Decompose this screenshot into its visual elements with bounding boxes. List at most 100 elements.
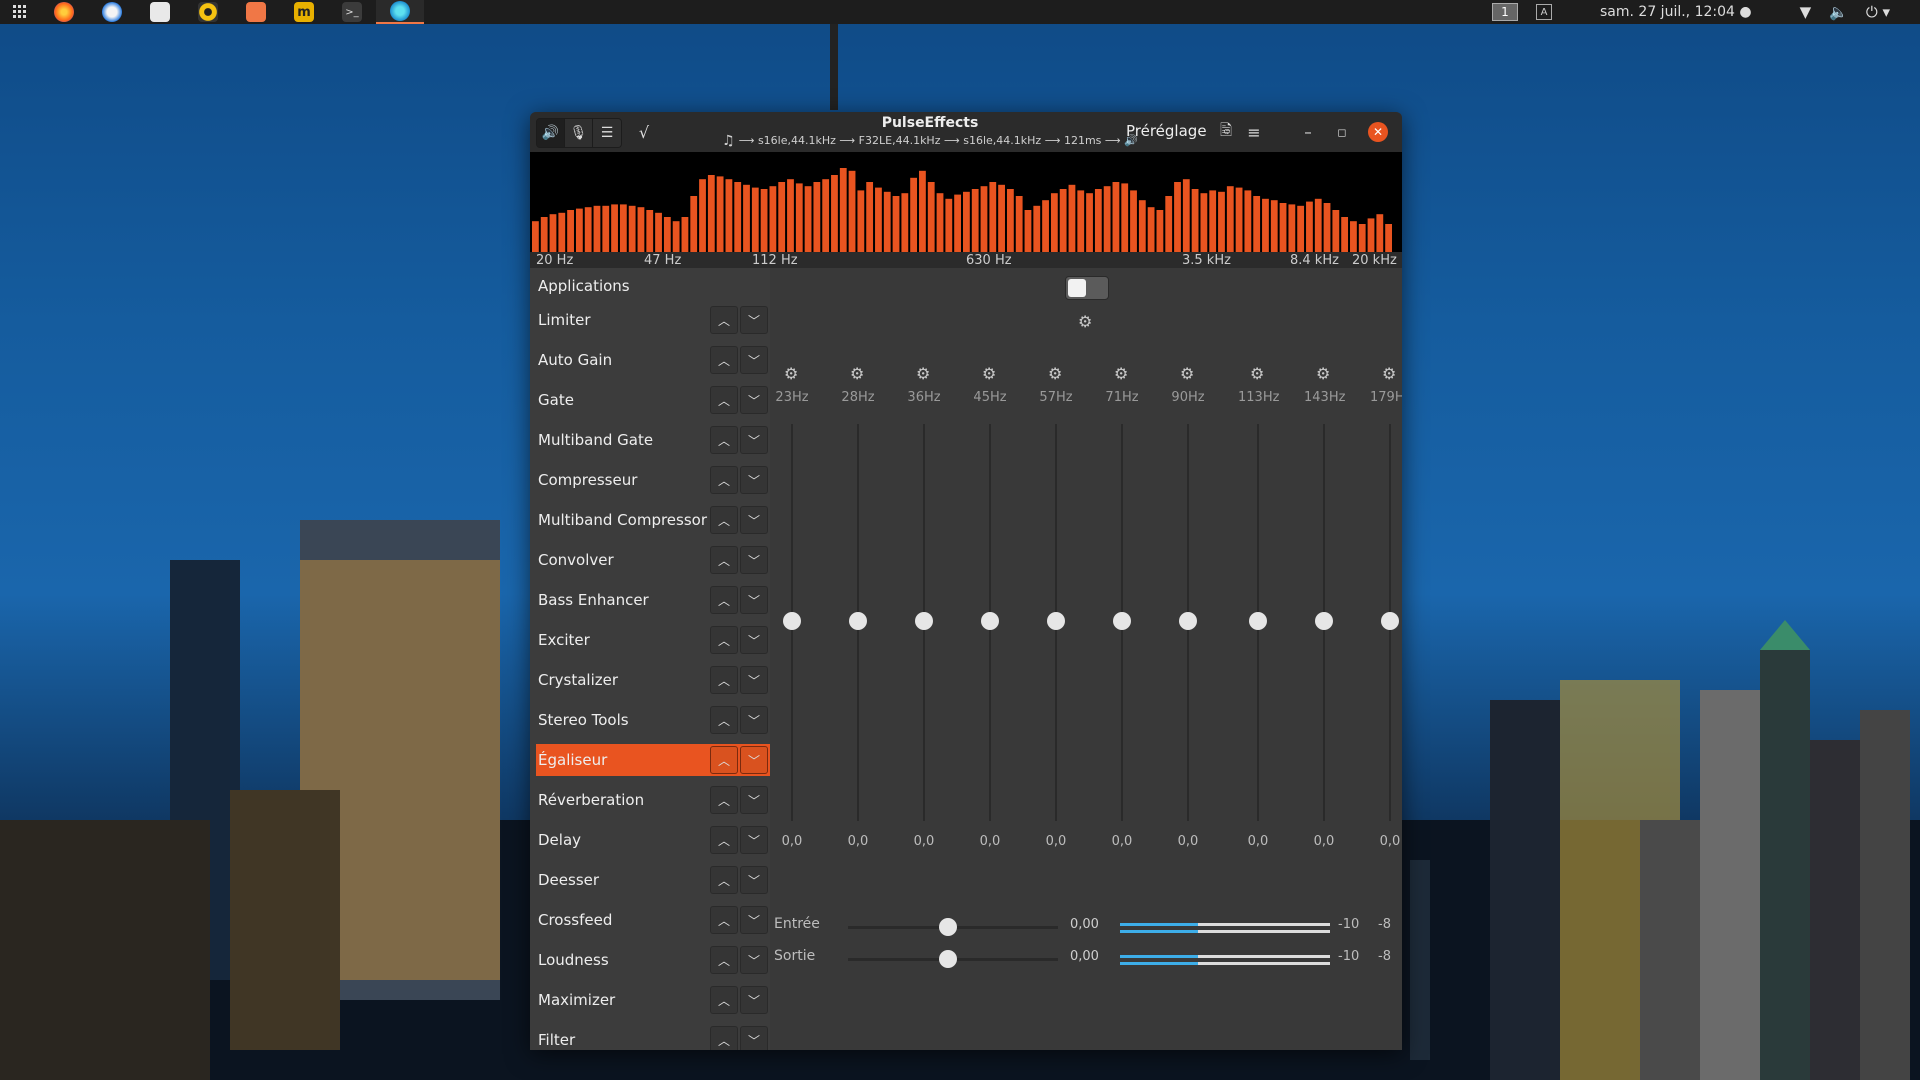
plugin-item[interactable]: Auto Gain ︿ ﹀ [536,344,770,376]
move-down-icon[interactable]: ﹀ [740,946,768,974]
band-gear-icon[interactable]: ⚙ [1316,364,1330,383]
band-gear-icon[interactable]: ⚙ [850,364,864,383]
plugin-item[interactable]: Compresseur ︿ ﹀ [536,464,770,496]
plugin-item[interactable]: Convolver ︿ ﹀ [536,544,770,576]
move-up-icon[interactable]: ︿ [710,426,738,454]
move-down-icon[interactable]: ﹀ [740,306,768,334]
move-up-icon[interactable]: ︿ [710,306,738,334]
maximize-button[interactable]: ◻ [1332,120,1352,144]
input-gain-thumb[interactable] [939,918,957,936]
rhythmbox-icon[interactable] [184,0,232,24]
move-up-icon[interactable]: ︿ [710,786,738,814]
plugin-item[interactable]: Limiter ︿ ﹀ [536,304,770,336]
move-down-icon[interactable]: ﹀ [740,506,768,534]
plugin-item[interactable]: Bass Enhancer ︿ ﹀ [536,584,770,616]
band-gain-thumb[interactable] [783,612,801,630]
calibration-icon[interactable]: √ [630,118,658,146]
plugin-item[interactable]: Filter ︿ ﹀ [536,1024,770,1050]
keyboard-layout-indicator[interactable]: A [1536,4,1552,20]
move-up-icon[interactable]: ︿ [710,906,738,934]
band-gain-thumb[interactable] [1315,612,1333,630]
move-up-icon[interactable]: ︿ [710,506,738,534]
band-gain-thumb[interactable] [915,612,933,630]
move-down-icon[interactable]: ﹀ [740,1026,768,1050]
plugin-item[interactable]: Loudness ︿ ﹀ [536,944,770,976]
wifi-icon[interactable]: ▼ [1800,3,1812,21]
files-icon[interactable] [136,0,184,24]
plugin-item[interactable]: Deesser ︿ ﹀ [536,864,770,896]
move-up-icon[interactable]: ︿ [710,586,738,614]
move-up-icon[interactable]: ︿ [710,546,738,574]
move-up-icon[interactable]: ︿ [710,1026,738,1050]
move-up-icon[interactable]: ︿ [710,666,738,694]
minimize-button[interactable]: – [1298,120,1318,144]
band-gain-thumb[interactable] [1249,612,1267,630]
move-down-icon[interactable]: ﹀ [740,386,768,414]
clock[interactable]: sam. 27 juil., 12:04 ● [1600,4,1752,20]
band-gain-thumb[interactable] [981,612,999,630]
move-down-icon[interactable]: ﹀ [740,466,768,494]
move-up-icon[interactable]: ︿ [710,346,738,374]
move-up-icon[interactable]: ︿ [710,866,738,894]
move-down-icon[interactable]: ﹀ [740,706,768,734]
plugin-item[interactable]: Multiband Gate ︿ ﹀ [536,424,770,456]
help-icon[interactable]: 🗟 [1214,120,1238,144]
move-down-icon[interactable]: ﹀ [740,906,768,934]
move-up-icon[interactable]: ︿ [710,946,738,974]
plugin-item[interactable]: Stereo Tools ︿ ﹀ [536,704,770,736]
plugin-item[interactable]: Exciter ︿ ﹀ [536,624,770,656]
gear-icon[interactable]: ⚙ [1078,312,1092,331]
move-up-icon[interactable]: ︿ [710,826,738,854]
pulseeffects-icon[interactable] [376,0,424,24]
band-gain-thumb[interactable] [1179,612,1197,630]
plugin-item[interactable]: Réverberation ︿ ﹀ [536,784,770,816]
band-gear-icon[interactable]: ⚙ [784,364,798,383]
band-gear-icon[interactable]: ⚙ [916,364,930,383]
move-up-icon[interactable]: ︿ [710,466,738,494]
settings-list-icon[interactable]: ☰ [593,119,621,147]
terminal-icon[interactable]: >_ [328,0,376,24]
plugin-item[interactable]: Gate ︿ ﹀ [536,384,770,416]
move-down-icon[interactable]: ﹀ [740,786,768,814]
move-down-icon[interactable]: ﹀ [740,546,768,574]
move-down-icon[interactable]: ﹀ [740,826,768,854]
plugin-item[interactable]: Multiband Compressor ︿ ﹀ [536,504,770,536]
move-up-icon[interactable]: ︿ [710,626,738,654]
move-down-icon[interactable]: ﹀ [740,586,768,614]
plugin-item[interactable]: Crystalizer ︿ ﹀ [536,664,770,696]
plugin-item[interactable]: Égaliseur ︿ ﹀ [536,744,770,776]
close-button[interactable]: ✕ [1368,122,1388,142]
move-down-icon[interactable]: ﹀ [740,986,768,1014]
band-gear-icon[interactable]: ⚙ [1180,364,1194,383]
output-gain-thumb[interactable] [939,950,957,968]
software-center-icon[interactable] [232,0,280,24]
equalizer-enable-toggle[interactable] [1065,276,1109,300]
mendeley-icon[interactable]: m [280,0,328,24]
move-down-icon[interactable]: ﹀ [740,346,768,374]
firefox-icon[interactable] [40,0,88,24]
band-gain-thumb[interactable] [849,612,867,630]
band-gear-icon[interactable]: ⚙ [1382,364,1396,383]
volume-icon[interactable]: 🔈 [1829,3,1848,21]
band-gain-thumb[interactable] [1381,612,1399,630]
move-up-icon[interactable]: ︿ [710,746,738,774]
app-grid-icon[interactable] [0,0,40,24]
move-up-icon[interactable]: ︿ [710,386,738,414]
move-down-icon[interactable]: ﹀ [740,666,768,694]
applications-item[interactable]: Applications [538,277,630,295]
workspace-indicator[interactable]: 1 [1492,3,1518,21]
speaker-icon[interactable]: 🔊 [537,119,565,147]
move-down-icon[interactable]: ﹀ [740,426,768,454]
band-gear-icon[interactable]: ⚙ [1114,364,1128,383]
band-gain-thumb[interactable] [1047,612,1065,630]
move-up-icon[interactable]: ︿ [710,706,738,734]
thunderbird-icon[interactable] [88,0,136,24]
band-gear-icon[interactable]: ⚙ [1048,364,1062,383]
band-gear-icon[interactable]: ⚙ [982,364,996,383]
band-gain-thumb[interactable] [1113,612,1131,630]
menu-icon[interactable]: ≡ [1242,120,1266,144]
move-up-icon[interactable]: ︿ [710,986,738,1014]
plugin-item[interactable]: Crossfeed ︿ ﹀ [536,904,770,936]
move-down-icon[interactable]: ﹀ [740,626,768,654]
plugin-item[interactable]: Maximizer ︿ ﹀ [536,984,770,1016]
